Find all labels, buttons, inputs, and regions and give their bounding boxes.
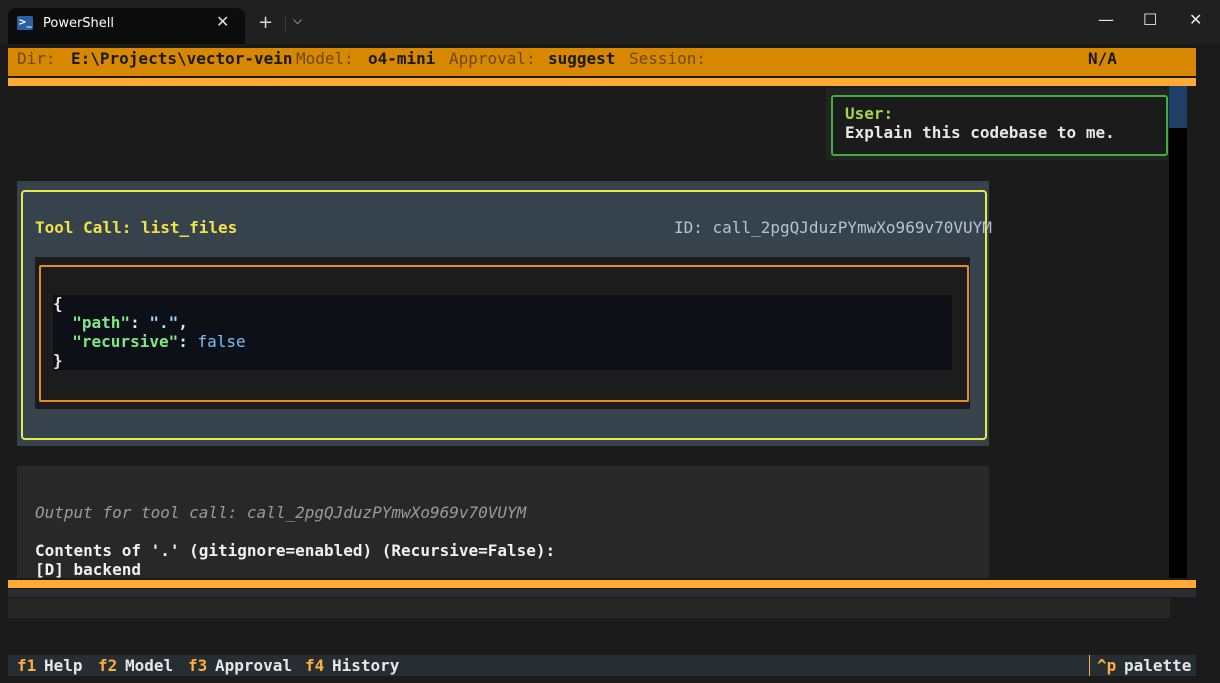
footer-divider bbox=[1089, 655, 1090, 676]
code-line-recursive: "recursive": false bbox=[53, 332, 246, 351]
user-message-text: Explain this codebase to me. bbox=[845, 123, 1115, 142]
dir-label: Dir: bbox=[17, 49, 56, 68]
code-line-path: "path": ".", bbox=[53, 313, 188, 332]
tool-output-line: [D] backend bbox=[35, 560, 141, 579]
session-value: N/A bbox=[1088, 49, 1117, 68]
code-line-close: } bbox=[53, 351, 63, 370]
user-label: User: bbox=[845, 104, 894, 123]
f1-key[interactable]: f1 bbox=[17, 655, 36, 676]
scrollbar-thumb[interactable] bbox=[1169, 86, 1187, 128]
footer-bar: f1 Help f2 Model f3 Approval f4 History … bbox=[8, 655, 1196, 676]
tool-output-panel bbox=[17, 466, 989, 578]
maximize-button[interactable]: ☐ bbox=[1143, 10, 1157, 29]
code-sep: : bbox=[178, 332, 198, 351]
tool-call-id: ID: call_2pgQJduzPYmwXo969v70VUYM bbox=[674, 218, 992, 237]
input-divider bbox=[8, 580, 1196, 588]
tool-output-line: Contents of '.' (gitignore=enabled) (Rec… bbox=[35, 541, 556, 560]
palette-label[interactable]: palette bbox=[1124, 655, 1191, 676]
input-top-band bbox=[8, 589, 1196, 597]
f2-key[interactable]: f2 bbox=[98, 655, 117, 676]
model-label: Model: bbox=[296, 49, 354, 68]
code-sep: : bbox=[130, 313, 150, 332]
code-key-recursive: "recursive" bbox=[72, 332, 179, 351]
tool-output-header: Output for tool call: call_2pgQJduzPYmwX… bbox=[35, 503, 527, 522]
new-tab-button[interactable]: + bbox=[258, 12, 273, 33]
dir-value: E:\Projects\vector-vein bbox=[71, 49, 293, 68]
tab-divider bbox=[285, 16, 286, 32]
f4-key[interactable]: f4 bbox=[305, 655, 324, 676]
model-label-footer[interactable]: Model bbox=[125, 655, 173, 676]
minimize-button[interactable]: — bbox=[1098, 10, 1114, 29]
close-tab-icon[interactable]: ✕ bbox=[216, 12, 229, 31]
help-label[interactable]: Help bbox=[44, 655, 83, 676]
close-window-button[interactable]: ✕ bbox=[1189, 10, 1202, 29]
session-label: Session: bbox=[629, 49, 707, 68]
code-line-open: { bbox=[53, 294, 63, 313]
chevron-down-icon[interactable]: ⌵ bbox=[293, 13, 302, 28]
code-comma: , bbox=[178, 313, 188, 332]
tool-call-title: Tool Call: list_files bbox=[35, 218, 238, 237]
approval-value: suggest bbox=[548, 49, 616, 68]
prompt-input[interactable] bbox=[8, 598, 1170, 618]
powershell-icon: >_ bbox=[17, 16, 33, 30]
scrollbar-track[interactable] bbox=[1169, 86, 1187, 578]
f3-key[interactable]: f3 bbox=[188, 655, 207, 676]
history-label[interactable]: History bbox=[332, 655, 399, 676]
palette-key[interactable]: ^p bbox=[1097, 655, 1116, 676]
model-value: o4-mini bbox=[368, 49, 436, 68]
code-value-path: "." bbox=[149, 313, 179, 332]
header-divider bbox=[8, 78, 1196, 86]
status-bar: Dir: E:\Projects\vector-vein Model: o4-m… bbox=[8, 48, 1196, 76]
code-value-recursive: false bbox=[197, 332, 246, 351]
tab-title: PowerShell bbox=[43, 16, 115, 31]
approval-label-footer[interactable]: Approval bbox=[215, 655, 292, 676]
code-key-path: "path" bbox=[72, 313, 131, 332]
approval-label: Approval: bbox=[449, 49, 536, 68]
